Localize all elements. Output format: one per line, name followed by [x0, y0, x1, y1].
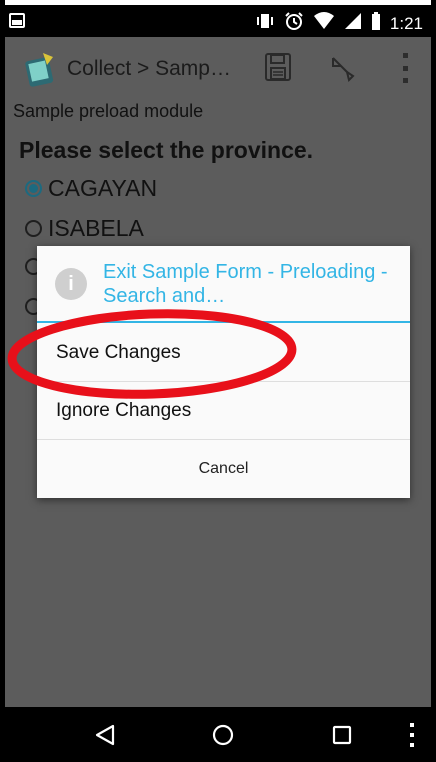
save-icon[interactable]: [263, 52, 293, 82]
cancel-button[interactable]: Cancel: [37, 440, 410, 498]
status-time: 1:21: [389, 13, 423, 33]
app-title: Collect > Samp…: [67, 57, 231, 80]
frame-left: [0, 0, 5, 762]
exit-dialog: i Exit Sample Form - Preloading - Search…: [37, 246, 410, 498]
navigation-bar: [5, 707, 431, 762]
action-bar: Collect > Samp…: [5, 37, 431, 101]
back-icon[interactable]: [93, 723, 117, 747]
home-icon[interactable]: [211, 723, 235, 747]
question-text: Please select the province.: [19, 137, 314, 163]
alarm-icon: [284, 11, 304, 36]
image-notification-icon: [9, 13, 25, 28]
radio-unchecked-icon[interactable]: [25, 219, 42, 237]
more-vert-icon[interactable]: [408, 722, 416, 748]
option-cagayan[interactable]: CAGAYAN: [25, 173, 157, 203]
status-bar: 1:21: [5, 5, 431, 37]
save-changes-button[interactable]: Save Changes: [37, 324, 410, 382]
status-icons: 1:21: [255, 11, 423, 36]
info-icon: i: [55, 268, 87, 300]
wifi-icon: [313, 11, 335, 36]
battery-icon: [371, 11, 381, 36]
dialog-header: i Exit Sample Form - Preloading - Search…: [37, 246, 410, 323]
recents-icon[interactable]: [331, 724, 353, 746]
form-name: Sample preload module: [13, 101, 204, 121]
option-label: CAGAYAN: [48, 174, 158, 201]
navigate-icon[interactable]: [329, 54, 357, 82]
option-isabela[interactable]: ISABELA: [25, 213, 144, 243]
option-label: ISABELA: [48, 214, 144, 241]
ignore-changes-button[interactable]: Ignore Changes: [37, 382, 410, 440]
radio-checked-icon[interactable]: [25, 179, 42, 197]
dialog-title: Exit Sample Form - Preloading - Search a…: [103, 261, 388, 307]
signal-icon: [344, 11, 362, 36]
frame-right: [431, 0, 436, 762]
app-icon[interactable]: [23, 51, 57, 87]
more-vert-icon[interactable]: [400, 53, 410, 83]
screen: 1:21 Collect > Samp… Sample preload modu…: [0, 0, 436, 762]
vibrate-icon: [255, 11, 275, 36]
